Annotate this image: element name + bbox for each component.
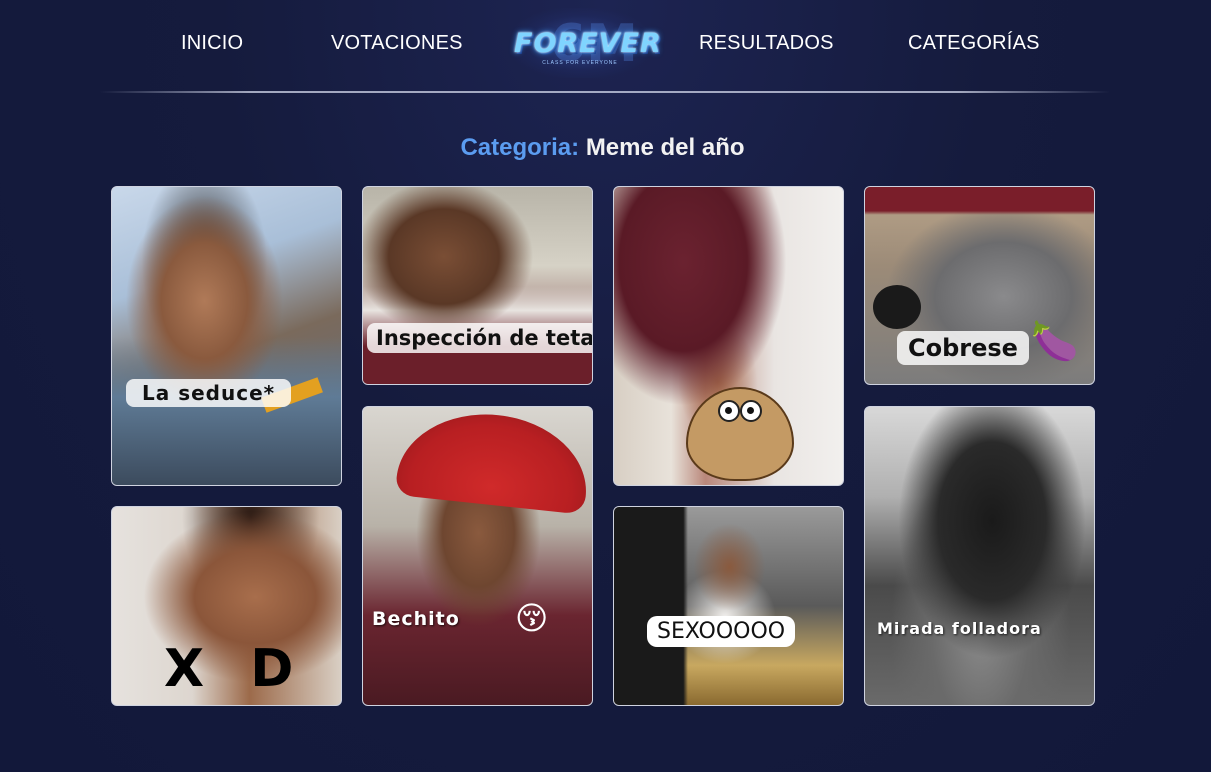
nav-votaciones-link[interactable]: VOTACIONES — [331, 32, 463, 55]
meme-photo — [363, 187, 592, 384]
stool-seat — [873, 285, 921, 329]
nav-resultados-link[interactable]: RESULTADOS — [699, 32, 834, 55]
nav-divider — [100, 91, 1110, 93]
meme-photo — [614, 507, 843, 705]
meme-caption: Inspección de tetas — [367, 323, 592, 353]
meme-card-mirada[interactable]: Mirada folladora — [864, 406, 1095, 706]
meme-card-bechito[interactable]: Bechito 😚 — [362, 406, 593, 706]
meme-card-cobrese[interactable]: Cobrese 🍆 — [864, 186, 1095, 385]
eggplant-emoji: 🍆 — [1031, 319, 1079, 363]
forever-logo[interactable]: 6M FOREVER CLASS FOR EVERYONE — [510, 8, 662, 78]
logo-text: FOREVER — [514, 28, 662, 59]
meme-caption: SEXOOOOO — [647, 616, 796, 647]
meme-card-la-seduce[interactable]: La seduce* — [111, 186, 342, 486]
meme-card-xd[interactable]: X D — [111, 506, 342, 706]
meme-caption: Bechito — [372, 608, 460, 630]
pou-pupil-right — [747, 407, 754, 414]
top-navigation: INICIO VOTACIONES 6M FOREVER CLASS FOR E… — [0, 0, 1211, 92]
page-title: Categoria: Meme del año — [0, 134, 1205, 162]
meme-caption: X D — [164, 639, 308, 699]
meme-caption: Cobrese — [897, 331, 1029, 365]
category-name: Meme del año — [585, 134, 745, 161]
meme-photo — [112, 187, 341, 485]
category-label: Categoria: — [460, 134, 580, 161]
logo-subtitle: CLASS FOR EVERYONE — [542, 60, 618, 66]
nav-categorias-link[interactable]: CATEGORÍAS — [908, 32, 1040, 55]
nav-inicio-link[interactable]: INICIO — [181, 32, 243, 55]
meme-photo — [865, 407, 1094, 705]
meme-card-inspeccion[interactable]: Inspección de tetas — [362, 186, 593, 385]
kissing-emoji: 😚 — [515, 599, 549, 637]
meme-caption: La seduce* — [126, 379, 292, 407]
meme-card-pou[interactable] — [613, 186, 844, 486]
pou-pupil-left — [725, 407, 732, 414]
meme-caption: Mirada folladora — [877, 619, 1042, 638]
meme-card-sexoooo[interactable]: SEXOOOOO — [613, 506, 844, 706]
